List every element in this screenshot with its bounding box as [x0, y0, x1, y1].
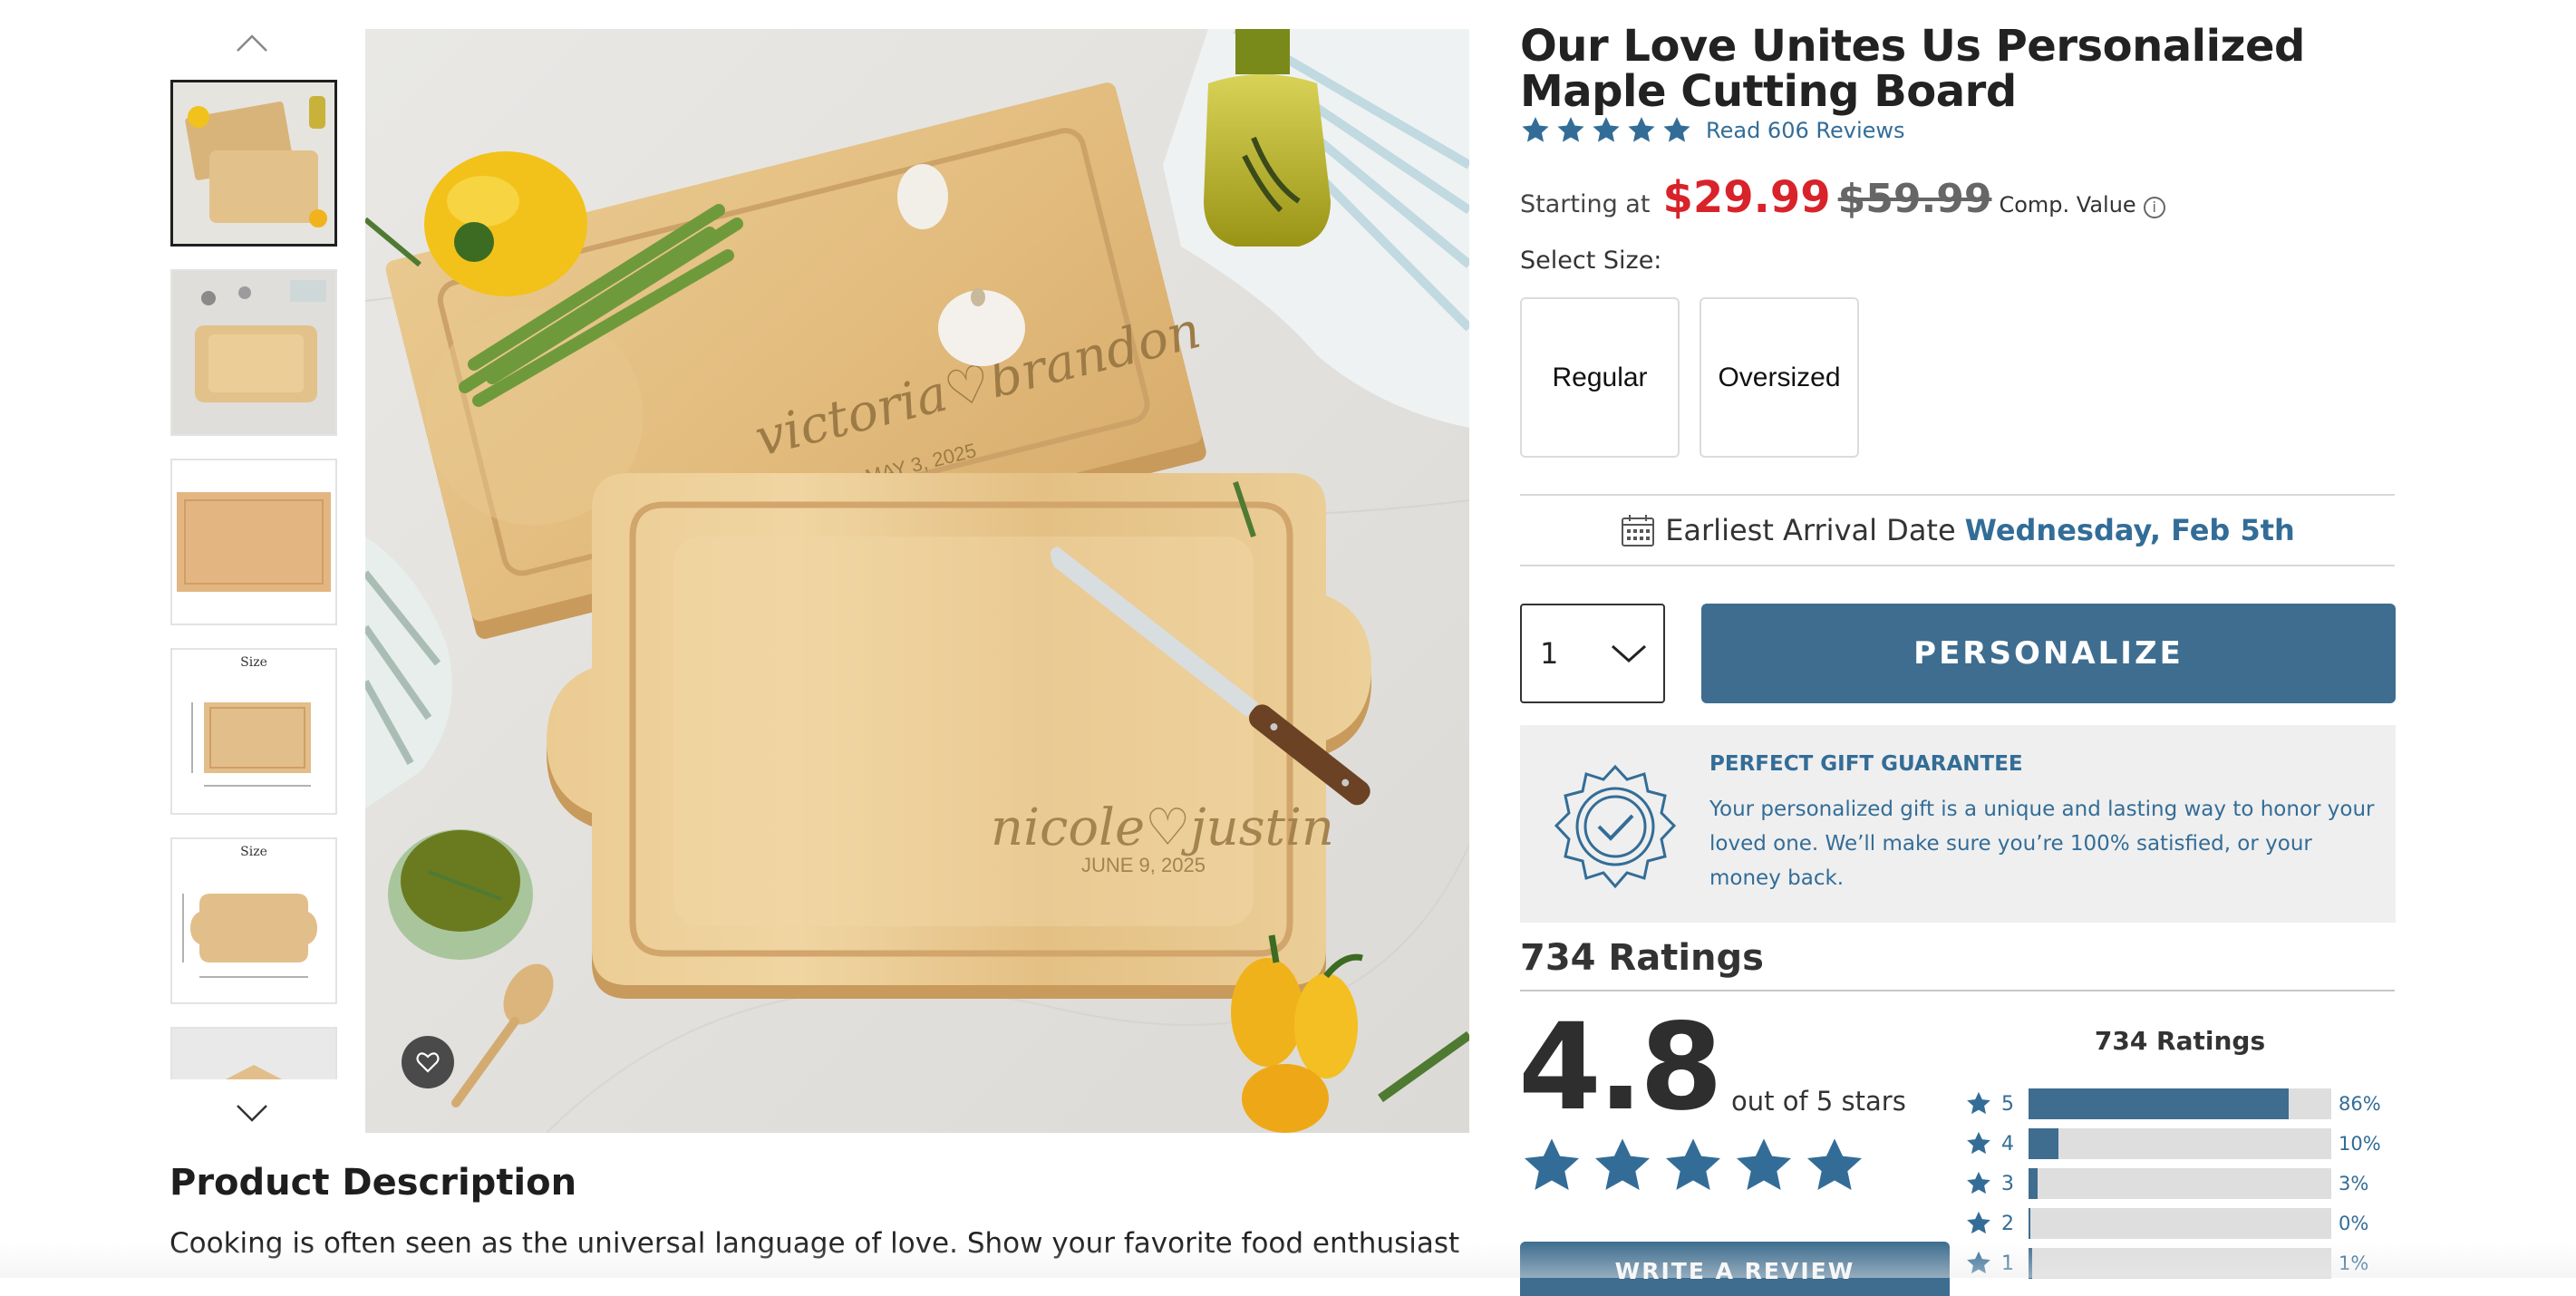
histogram-row-4[interactable]: 4 10% — [1965, 1128, 2400, 1159]
histogram-row-3[interactable]: 3 3% — [1965, 1168, 2400, 1199]
star-icon — [1626, 115, 1657, 146]
review-stars[interactable]: Read 606 Reviews — [1520, 115, 1905, 146]
guarantee-title: PERFECT GIFT GUARANTEE — [1709, 752, 2023, 776]
star-icon — [1661, 1135, 1725, 1198]
thumbnail-6[interactable] — [170, 1027, 337, 1079]
histogram-row-1[interactable]: 1 1% — [1965, 1248, 2400, 1279]
divider — [1520, 565, 2395, 566]
thumbnails-up-chevron-icon[interactable] — [234, 27, 270, 63]
main-product-image[interactable]: victoria♡brandon MAY 3, 2025 nicole♡just… — [365, 29, 1469, 1133]
thumbnail-5-size[interactable]: Size — [170, 837, 337, 1004]
star-icon — [1555, 115, 1586, 146]
engraving-bottom-names: nicole♡justin — [991, 798, 1334, 857]
thumbnail-4-size[interactable]: Size — [170, 648, 337, 815]
arrival-date: Wednesday, Feb 5th — [1964, 513, 2295, 547]
star-icon — [1965, 1090, 1992, 1117]
histogram-percent: 10% — [2339, 1133, 2381, 1155]
personalize-button[interactable]: PERSONALIZE — [1701, 604, 2396, 703]
histogram-bar-fill — [2029, 1168, 2039, 1199]
read-reviews-link[interactable]: Read 606 Reviews — [1706, 118, 1905, 143]
gift-guarantee-box: PERFECT GIFT GUARANTEE Your personalized… — [1520, 725, 2396, 923]
guarantee-text: Your personalized gift is a unique and l… — [1709, 798, 2375, 890]
star-icon — [1965, 1250, 1992, 1277]
histogram-star-count: 4 — [2001, 1132, 2014, 1156]
quantity-value: 1 — [1540, 636, 1559, 671]
histogram-star-count: 2 — [2001, 1212, 2014, 1235]
histogram-row-5[interactable]: 5 86% — [1965, 1088, 2400, 1119]
average-rating: 4.8 — [1518, 998, 1723, 1137]
star-icon — [1591, 1135, 1654, 1198]
star-icon — [1732, 1135, 1796, 1198]
thumbnail-3[interactable] — [170, 459, 337, 625]
info-icon[interactable]: i — [2143, 196, 2165, 218]
histogram-bar — [2029, 1208, 2331, 1239]
histogram-percent: 0% — [2339, 1213, 2369, 1234]
guarantee-badge-icon — [1554, 764, 1677, 889]
sale-price: $29.99 — [1662, 172, 1831, 223]
price-label: Starting at — [1520, 190, 1651, 218]
star-icon — [1591, 115, 1622, 146]
histogram-bar — [2029, 1088, 2331, 1119]
histogram-bar-fill — [2029, 1208, 2030, 1239]
star-icon — [1520, 1135, 1583, 1198]
histogram-star-count: 3 — [2001, 1172, 2014, 1195]
size-option-oversized[interactable]: Oversized — [1700, 297, 1859, 458]
histogram-title: 734 Ratings — [2094, 1026, 2266, 1056]
star-icon — [1965, 1170, 1992, 1197]
product-description-heading: Product Description — [169, 1162, 577, 1204]
star-icon — [1965, 1130, 1992, 1157]
earliest-arrival: Earliest Arrival Date Wednesday, Feb 5th — [1520, 497, 2395, 564]
divider — [1520, 990, 2395, 991]
histogram-star-count: 5 — [2001, 1092, 2014, 1116]
histogram-bar — [2029, 1248, 2331, 1279]
size-option-regular[interactable]: Regular — [1520, 297, 1680, 458]
select-size-label: Select Size: — [1520, 247, 1662, 275]
average-stars — [1520, 1135, 1874, 1198]
star-icon — [1965, 1210, 1992, 1237]
thumbnail-2[interactable] — [170, 269, 337, 436]
add-to-favorites-button[interactable] — [402, 1036, 454, 1088]
divider — [1520, 494, 2395, 496]
histogram-bar — [2029, 1128, 2331, 1159]
thumbnail-1[interactable] — [170, 80, 337, 247]
thumbnails-down-chevron-icon[interactable] — [234, 1095, 270, 1131]
histogram-percent: 3% — [2339, 1173, 2369, 1194]
histogram-percent: 1% — [2339, 1252, 2369, 1274]
histogram-bar-fill — [2029, 1128, 2059, 1159]
chevron-down-icon — [1612, 644, 1646, 663]
histogram-bar — [2029, 1168, 2331, 1199]
histogram-bar-fill — [2029, 1248, 2032, 1279]
comp-value-label: Comp. Value — [1999, 192, 2136, 218]
quantity-select[interactable]: 1 — [1520, 604, 1665, 703]
histogram-percent: 86% — [2339, 1093, 2381, 1115]
histogram-row-2[interactable]: 2 0% — [1965, 1208, 2400, 1239]
price-row: Starting at $29.99 $59.99 Comp. Value i — [1520, 172, 2165, 223]
ratings-heading: 734 Ratings — [1520, 937, 1764, 979]
calendar-icon — [1622, 515, 1655, 546]
out-of-label: out of 5 stars — [1731, 1086, 1906, 1117]
original-price: $59.99 — [1837, 176, 1992, 222]
engraving-bottom-date: JUNE 9, 2025 — [1081, 854, 1206, 876]
arrival-label: Earliest Arrival Date — [1665, 513, 1956, 547]
star-icon — [1803, 1135, 1866, 1198]
histogram-bar-fill — [2029, 1088, 2290, 1119]
star-icon — [1520, 115, 1551, 146]
product-description-text: Cooking is often seen as the universal l… — [169, 1227, 1460, 1260]
heart-icon — [416, 1052, 440, 1073]
star-icon — [1661, 115, 1692, 146]
product-title: Our Love Unites Us Personalized Maple Cu… — [1520, 21, 2305, 117]
write-review-button[interactable]: WRITE A REVIEW — [1520, 1242, 1950, 1296]
histogram-star-count: 1 — [2001, 1252, 2014, 1275]
